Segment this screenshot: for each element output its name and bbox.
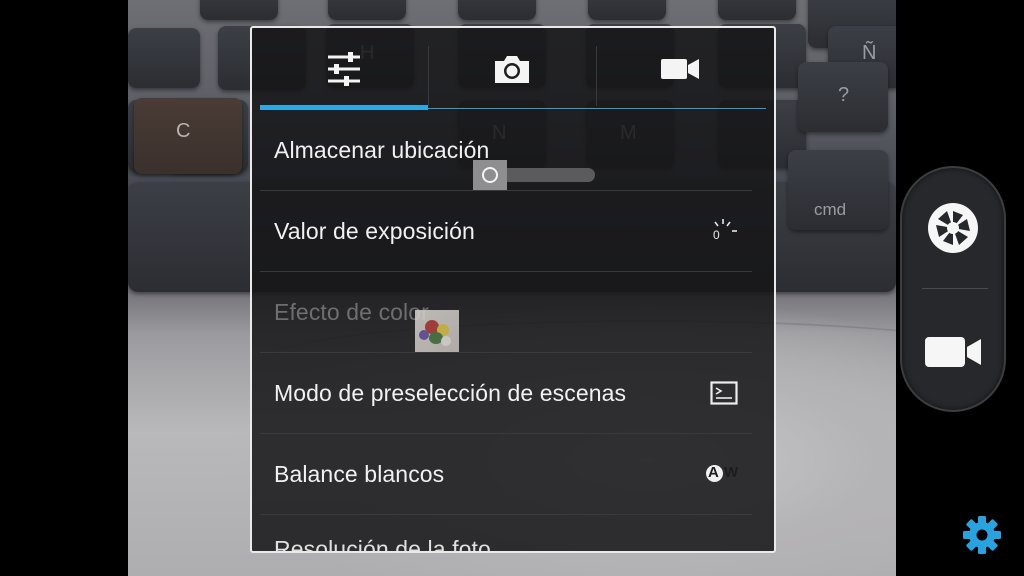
keyboard-key [328, 0, 406, 20]
gear-icon [963, 516, 1001, 554]
setting-label: Valor de exposición [274, 217, 475, 244]
store-location-toggle[interactable] [473, 160, 596, 190]
key-label: cmd [814, 200, 847, 219]
setting-label: Efecto de color [274, 298, 429, 325]
tab-settings[interactable] [260, 28, 428, 110]
setting-exposure-value[interactable]: Valor de exposición 0 [260, 191, 752, 272]
keyboard-key [128, 28, 200, 88]
white-balance-label: AW [708, 464, 745, 481]
tab-video[interactable] [596, 28, 764, 110]
key-label: C [176, 120, 191, 142]
white-balance-auto-icon: AW [706, 464, 738, 484]
keyboard-key: ? [798, 62, 888, 132]
capture-control-bar [900, 166, 1006, 412]
sliders-icon [328, 52, 360, 86]
keyboard-key: cmd [788, 150, 888, 230]
video-camera-icon [661, 59, 699, 79]
tab-photo[interactable] [428, 28, 596, 110]
setting-label: Balance blancos [274, 460, 445, 487]
keyboard-key [588, 0, 666, 20]
setting-photo-resolution[interactable]: Resolución de la foto [260, 515, 752, 553]
control-divider [922, 288, 988, 289]
video-camera-icon [925, 337, 981, 367]
record-video-button[interactable] [902, 292, 1004, 412]
camera-settings-panel: Almacenar ubicación Valor de exposición … [250, 26, 776, 553]
shutter-button[interactable] [902, 168, 1004, 288]
settings-tabs [252, 28, 774, 110]
camera-icon [495, 56, 529, 83]
toggle-thumb [473, 160, 508, 190]
setting-color-effect: Efecto de color [260, 272, 752, 353]
color-effect-thumbnail [414, 310, 459, 352]
scene-mode-icon [710, 381, 738, 405]
settings-gear-button[interactable] [962, 515, 1002, 555]
setting-label: Modo de preselección de escenas [274, 379, 627, 406]
keyboard-key [200, 0, 278, 20]
setting-label: Almacenar ubicación [274, 136, 490, 163]
exposure-value: 0 [713, 228, 720, 242]
keyboard-key: C [134, 98, 242, 174]
keyboard-key [718, 0, 796, 20]
settings-list: Almacenar ubicación Valor de exposición … [260, 110, 752, 553]
key-label: ? [838, 84, 850, 106]
setting-white-balance[interactable]: Balance blancos AW [260, 434, 752, 515]
setting-scene-mode[interactable]: Modo de preselección de escenas [260, 353, 752, 434]
exposure-icon: 0 [712, 217, 738, 245]
setting-label: Resolución de la foto [274, 536, 491, 553]
shutter-aperture-icon [928, 203, 978, 253]
keyboard-key [458, 0, 536, 20]
setting-store-location[interactable]: Almacenar ubicación [260, 110, 752, 191]
